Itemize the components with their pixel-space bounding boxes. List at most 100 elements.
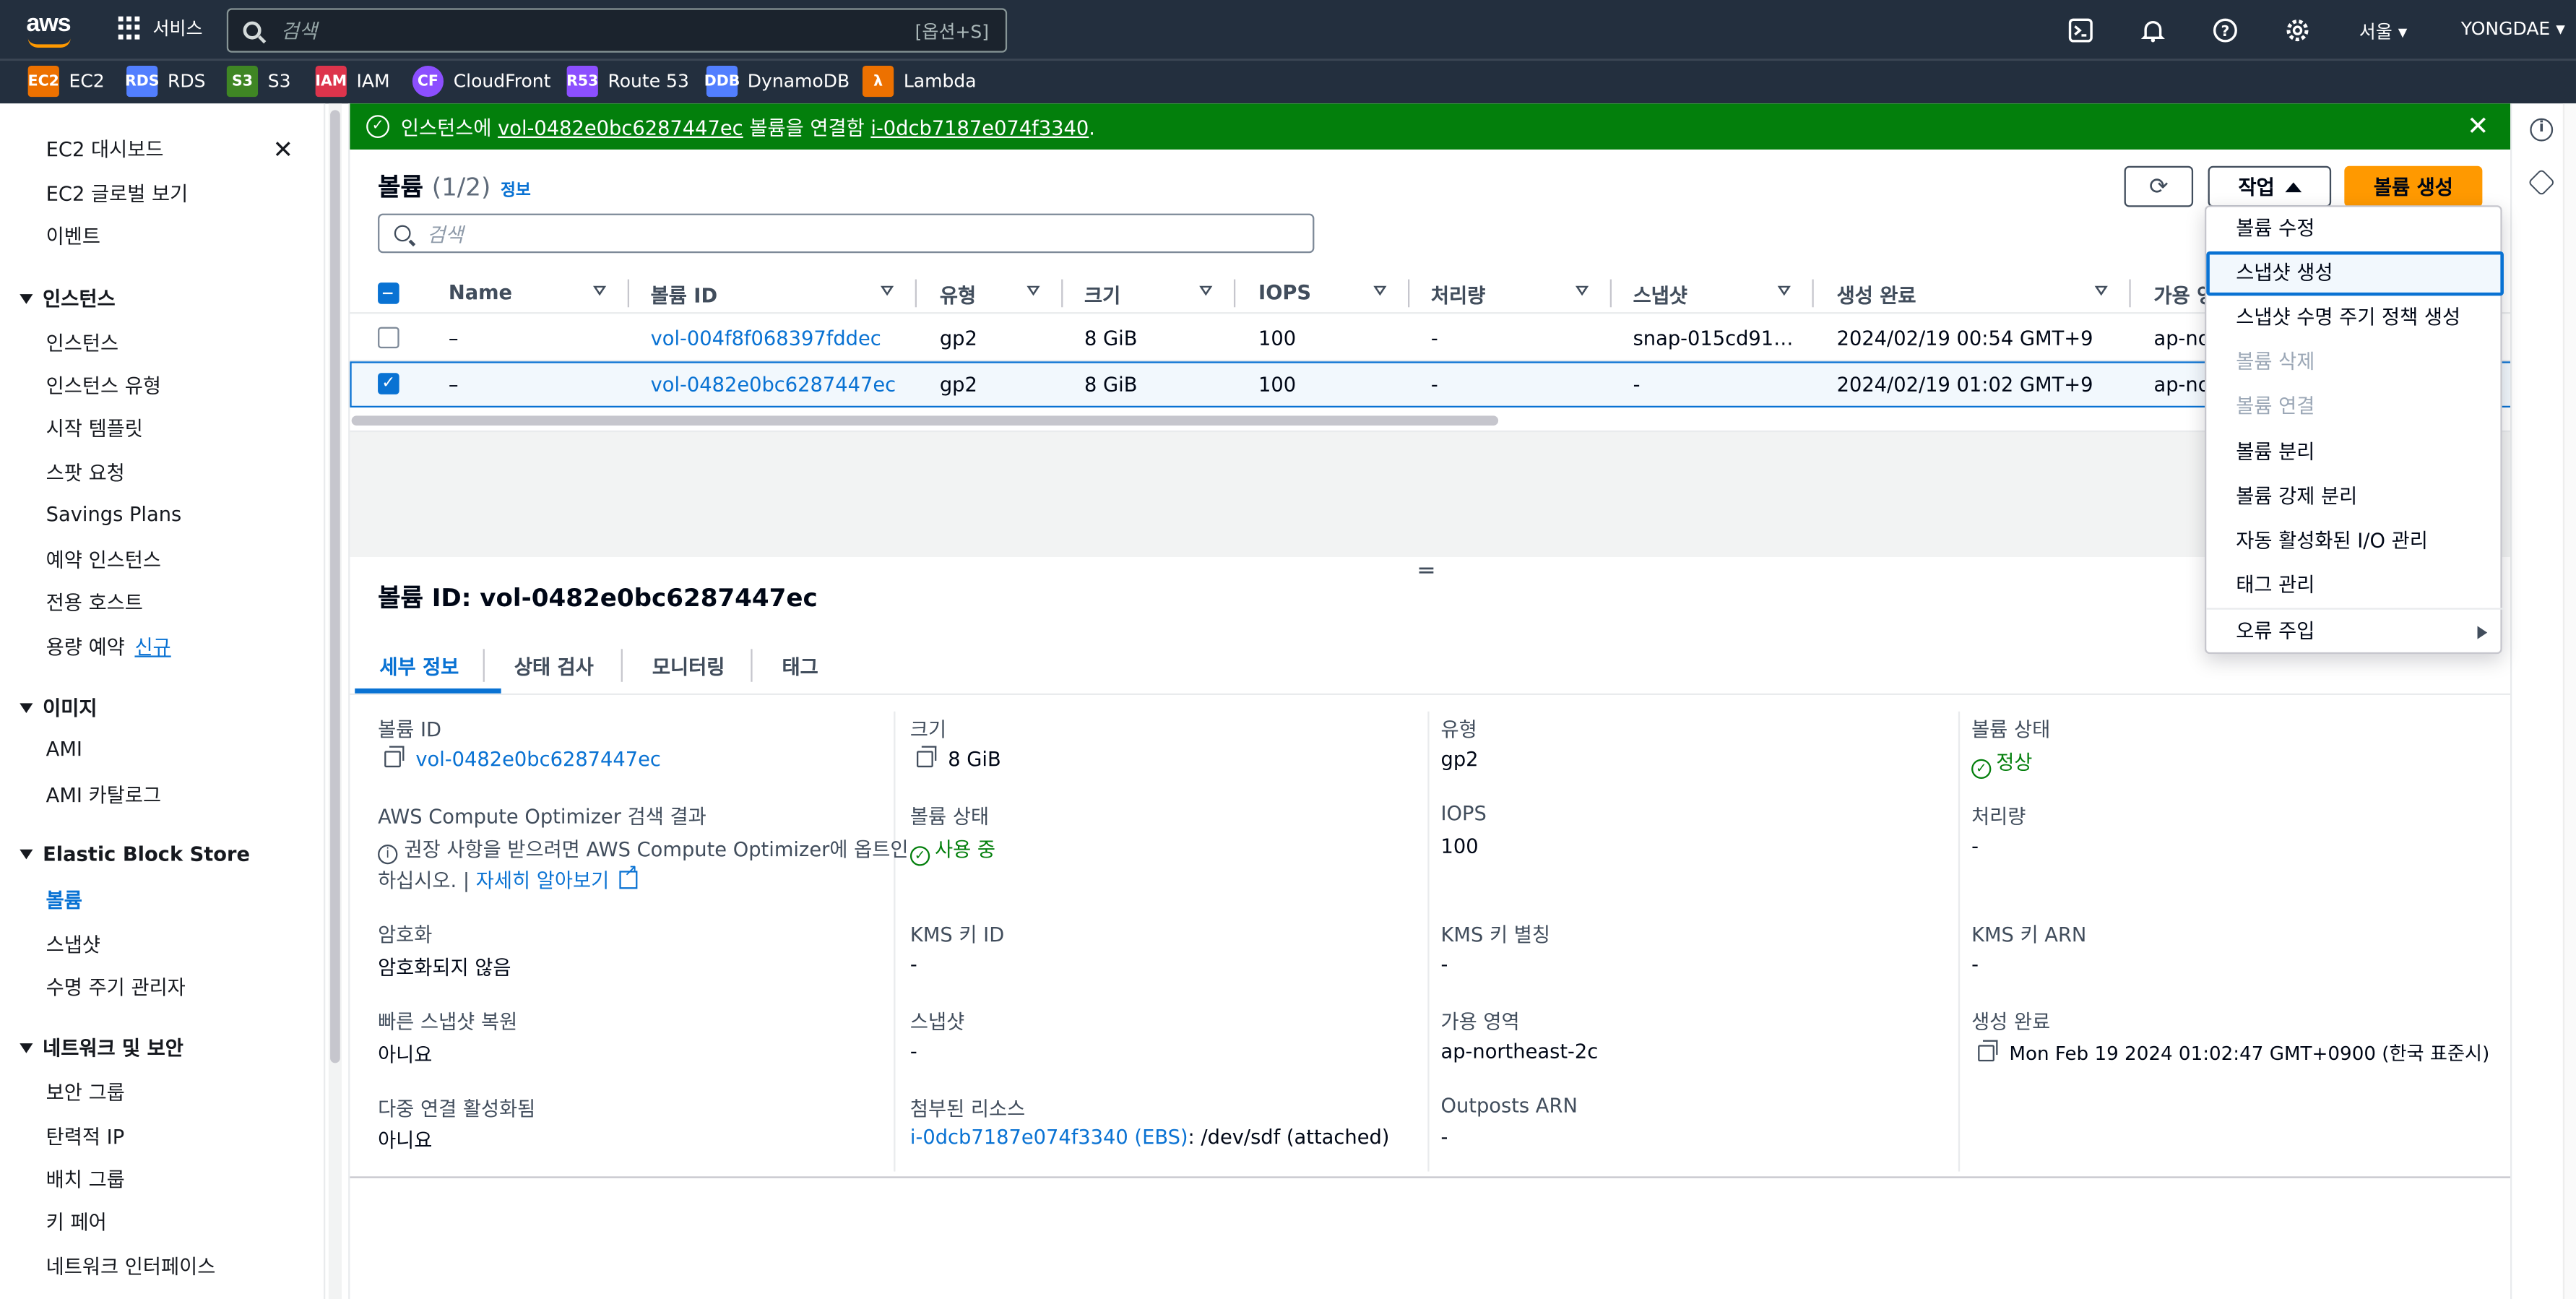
settings-hex-icon[interactable] [2528,168,2556,197]
encryption-value: 암호화되지 않음 [378,956,511,980]
sidebar-item-placement-groups[interactable]: 배치 그룹 [46,1165,125,1193]
close-icon[interactable]: ✕ [273,134,294,164]
sidebar-item-spot-requests[interactable]: 스팟 요청 [46,459,125,487]
bell-icon[interactable] [2139,17,2165,43]
column-header-volume-id[interactable]: 볼륨 ID [651,281,718,309]
sidebar-item-instance-types[interactable]: 인스턴스 유형 [46,371,161,400]
account-menu[interactable]: YONGDAE ▾ [2461,18,2565,40]
info-link[interactable]: 정보 [501,182,531,200]
menu-item-create-lifecycle-policy[interactable]: 스냅샷 수명 주기 정책 생성 [2206,295,2504,340]
sidebar-item-global-view[interactable]: EC2 글로벌 보기 [46,179,189,207]
sidebar-section-images[interactable]: 이미지 [20,694,97,722]
region-selector[interactable]: 서울 ▾ [2359,18,2408,44]
tab-status-checks[interactable]: 상태 검사 [514,652,594,681]
info-icon[interactable]: i [2530,118,2554,142]
menu-item-force-detach[interactable]: 볼륨 강제 분리 [2206,475,2504,519]
sidebar-item-elastic-ips[interactable]: 탄력적 IP [46,1122,125,1150]
select-all-checkbox[interactable] [378,282,399,304]
refresh-button[interactable]: ⟳ [2124,165,2194,207]
global-search-input[interactable]: 검색 [옵션+S] [226,8,1008,53]
sidebar-item-lifecycle-manager[interactable]: 수명 주기 관리자 [46,972,186,1001]
favorite-route53[interactable]: R53 Route 53 [566,65,689,98]
sort-icon[interactable] [592,285,607,296]
sidebar-item-network-interfaces[interactable]: 네트워크 인터페이스 [46,1252,216,1280]
column-header-iops[interactable]: IOPS [1258,281,1311,304]
copy-icon[interactable] [917,746,937,768]
column-header-throughput[interactable]: 처리량 [1431,281,1485,309]
create-volume-button[interactable]: 볼륨 생성 [2344,165,2483,207]
sidebar-section-ebs[interactable]: Elastic Block Store [20,843,250,866]
sort-icon[interactable] [1026,285,1040,296]
flash-instance-link[interactable]: i-0dcb7187e074f3340 [870,116,1089,139]
learn-more-link[interactable]: 자세히 알아보기 [476,869,609,892]
column-header-name[interactable]: Name [449,281,512,304]
sidebar-item-ami-catalog[interactable]: AMI 카탈로그 [46,780,161,808]
page-scrollbar[interactable] [2562,103,2576,1299]
volume-id-link[interactable]: vol-004f8f068397fddec [651,327,881,350]
dismiss-icon[interactable]: ✕ [2467,110,2489,141]
row-checkbox[interactable]: ✓ [378,373,399,394]
sidebar-item-capacity-reservations[interactable]: 용량 예약 신규 [46,633,171,661]
aws-logo[interactable]: aws [26,10,75,50]
favorite-rds[interactable]: RDS RDS [125,65,206,98]
tab-details[interactable]: 세부 정보 [379,652,459,681]
attached-instance-link[interactable]: i-0dcb7187e074f3340 (EBS) [910,1126,1188,1149]
cloudshell-icon[interactable] [2067,17,2093,43]
column-header-created[interactable]: 생성 완료 [1837,281,1916,309]
sidebar-item-key-pairs[interactable]: 키 페어 [46,1208,107,1236]
tab-monitoring[interactable]: 모니터링 [652,652,725,681]
sidebar-item-ami[interactable]: AMI [46,738,82,761]
menu-item-fault-injection[interactable]: 오류 주입 [2206,610,2504,654]
favorite-s3[interactable]: S3 S3 [226,65,291,98]
sidebar-item-instances[interactable]: 인스턴스 [46,329,118,357]
favorite-iam[interactable]: IAM IAM [315,65,390,98]
sidebar-item-dedicated-hosts[interactable]: 전용 호스트 [46,588,143,616]
sidebar-item-events[interactable]: 이벤트 [46,222,100,250]
volume-id-value[interactable]: vol-0482e0bc6287447ec [384,746,661,771]
sidebar-item-dashboard[interactable]: EC2 대시보드 [46,134,164,163]
sidebar-item-savings-plans[interactable]: Savings Plans [46,503,182,526]
sort-icon[interactable] [1199,285,1213,296]
sidebar-item-volumes[interactable]: 볼륨 [46,886,82,914]
volume-id-link[interactable]: vol-0482e0bc6287447ec [651,373,896,396]
help-icon[interactable]: ? [2211,17,2237,43]
column-header-snapshot[interactable]: 스냅샷 [1633,281,1687,309]
flash-volume-link[interactable]: vol-0482e0bc6287447ec [498,116,743,139]
sort-icon[interactable] [1777,285,1791,296]
menu-item-modify-volume[interactable]: 볼륨 수정 [2206,207,2504,251]
table-row[interactable]: – vol-004f8f068397fddec gp2 8 GiB 100 - … [350,316,2512,362]
menu-item-detach-volume[interactable]: 볼륨 분리 [2206,431,2504,475]
favorite-dynamodb[interactable]: DDB DynamoDB [704,65,850,98]
sort-icon[interactable] [880,285,894,296]
services-menu-button[interactable]: 서비스 [118,14,203,40]
sidebar-section-instances[interactable]: 인스턴스 [20,284,116,312]
sort-icon[interactable] [1373,285,1387,296]
sidebar-item-reserved-instances[interactable]: 예약 인스턴스 [46,545,161,574]
sidebar-item-security-groups[interactable]: 보안 그룹 [46,1078,125,1106]
sort-icon[interactable] [1575,285,1589,296]
gear-icon[interactable] [2283,17,2309,43]
menu-item-create-snapshot[interactable]: 스냅샷 생성 [2206,251,2504,296]
tab-tags[interactable]: 태그 [782,652,818,681]
sidebar-scrollbar[interactable] [328,103,342,1299]
actions-button[interactable]: 작업 [2208,165,2332,207]
favorite-lambda[interactable]: λ Lambda [862,65,977,98]
resize-handle-icon[interactable]: ═ [1419,558,1433,584]
column-header-type[interactable]: 유형 [940,281,976,309]
table-horizontal-scrollbar[interactable] [350,412,2512,429]
table-row[interactable]: ✓ – vol-0482e0bc6287447ec gp2 8 GiB 100 … [350,361,2512,408]
favorite-ec2[interactable]: EC2 EC2 [27,65,105,98]
row-checkbox[interactable] [378,327,399,349]
table-search-input[interactable]: 검색 [378,213,1315,254]
favorite-cloudfront[interactable]: CF CloudFront [412,65,550,98]
column-header-size[interactable]: 크기 [1084,281,1120,309]
copy-icon[interactable] [1978,1040,1998,1062]
sidebar-item-snapshots[interactable]: 스냅샷 [46,930,100,958]
sidebar-item-launch-templates[interactable]: 시작 템플릿 [46,414,143,442]
copy-icon[interactable] [384,746,405,768]
menu-item-manage-tags[interactable]: 태그 관리 [2206,564,2504,608]
menu-item-auto-enabled-io[interactable]: 자동 활성화된 I/O 관리 [2206,519,2504,564]
sidebar-section-network-security[interactable]: 네트워크 및 보안 [20,1033,183,1061]
sort-icon[interactable] [2094,285,2108,296]
top-navigation: aws 서비스 검색 [옵션+S] ? 서울 ▾ YONGDAE ▾ [0,0,2576,59]
